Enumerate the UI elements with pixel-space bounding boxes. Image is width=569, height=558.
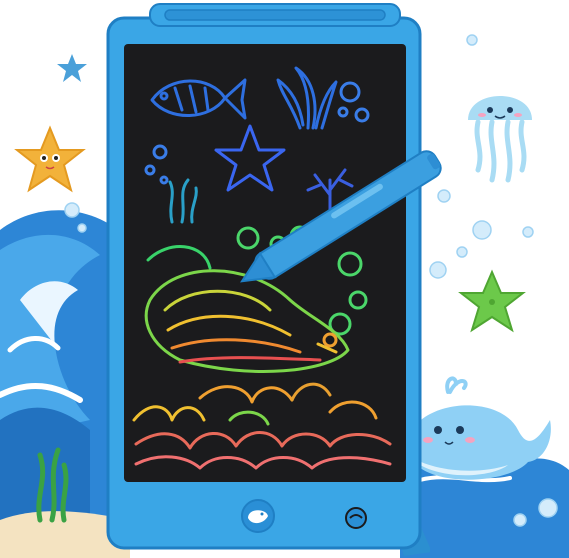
starfish-icon xyxy=(14,125,86,193)
starfish-icon xyxy=(458,269,526,333)
starfish-icon xyxy=(57,54,87,82)
product-photo xyxy=(0,0,569,558)
holstered-stylus xyxy=(164,9,386,21)
erase-button-icon[interactable] xyxy=(345,507,367,529)
lock-switch-icon[interactable] xyxy=(241,499,275,533)
stylus-icon xyxy=(240,150,442,283)
jellyfish-icon xyxy=(468,96,532,183)
